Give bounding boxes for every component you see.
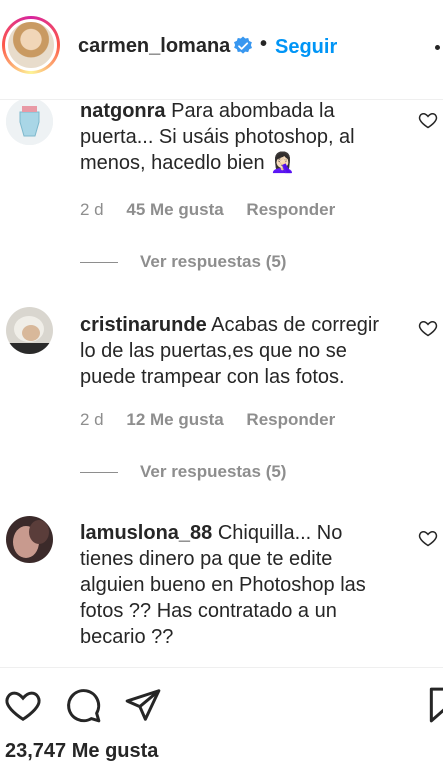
header-separator: • — [260, 33, 268, 55]
replies-divider — [80, 472, 118, 474]
heart-outline-icon[interactable] — [418, 318, 438, 338]
comment-text: lamuslona_88 Chiquilla... No tienes dine… — [80, 520, 400, 650]
comment-likes[interactable]: 45 Me gusta — [126, 200, 223, 219]
commenter-avatar[interactable] — [6, 98, 53, 145]
comment-username[interactable]: natgonra — [80, 100, 166, 122]
view-replies-button[interactable]: Ver respuestas (5) — [80, 462, 286, 482]
commenter-avatar[interactable] — [6, 307, 53, 354]
view-replies-label: Ver respuestas (5) — [140, 462, 287, 481]
comment-time: 2 d — [80, 200, 104, 219]
comment-text: natgonra Para abombada la puerta... Si u… — [80, 98, 400, 176]
comment-username[interactable]: lamuslona_88 — [80, 522, 212, 544]
comment-meta: 2 d 45 Me gusta Responder — [80, 200, 353, 220]
comment-time: 2 d — [80, 410, 104, 429]
author-avatar[interactable] — [2, 16, 60, 74]
comment-bubble-icon[interactable] — [64, 686, 102, 724]
comment-meta: 2 d 12 Me gusta Responder — [80, 410, 353, 430]
reply-button[interactable]: Responder — [246, 200, 335, 219]
post-actions-bar: 23,747 Me gusta — [0, 667, 443, 777]
view-replies-button[interactable]: Ver respuestas (5) — [80, 252, 286, 272]
post-header: carmen_lomana • Seguir — [0, 0, 443, 100]
comment-likes[interactable]: 12 Me gusta — [126, 410, 223, 429]
comment-item: cristinarunde Acabas de corregir lo de l… — [0, 290, 443, 500]
post-like-count[interactable]: 23,747 Me gusta — [5, 740, 158, 763]
replies-divider — [80, 262, 118, 264]
reply-button[interactable]: Responder — [246, 410, 335, 429]
share-paper-plane-icon[interactable] — [124, 686, 162, 724]
follow-button[interactable]: Seguir — [275, 36, 337, 59]
commenter-avatar[interactable] — [6, 516, 53, 563]
more-options-icon[interactable] — [435, 45, 440, 50]
comment-text: cristinarunde Acabas de corregir lo de l… — [80, 312, 400, 390]
comment-item: lamuslona_88 Chiquilla... No tienes dine… — [0, 500, 443, 667]
view-replies-label: Ver respuestas (5) — [140, 252, 287, 271]
comment-username[interactable]: cristinarunde — [80, 314, 207, 336]
author-username[interactable]: carmen_lomana — [78, 35, 230, 58]
heart-outline-icon[interactable] — [418, 110, 438, 130]
bookmark-icon[interactable] — [425, 686, 443, 724]
verified-badge-icon — [234, 36, 252, 54]
like-heart-icon[interactable] — [4, 686, 42, 724]
heart-outline-icon[interactable] — [418, 528, 438, 548]
